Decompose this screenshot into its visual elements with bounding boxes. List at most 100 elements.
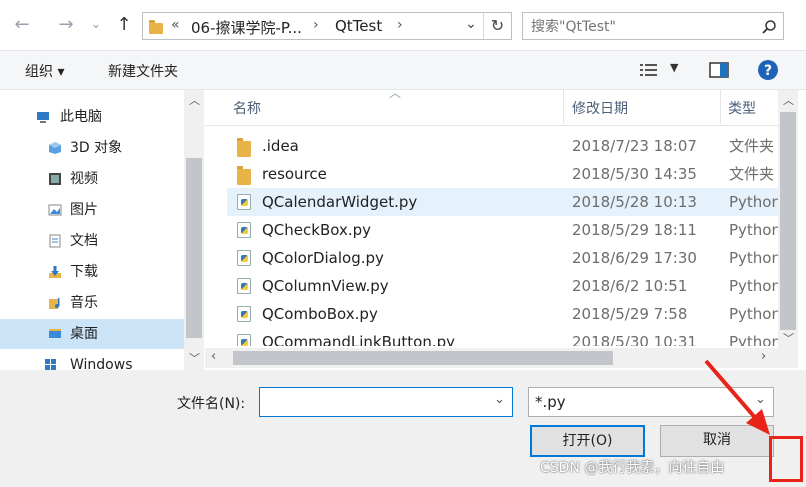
file-list-vertical-scrollbar[interactable]: ︿ ﹀	[778, 90, 798, 348]
column-header-row: 名称 ︿ 修改日期 类型	[205, 90, 778, 126]
file-type-filter-value: *.py	[535, 393, 566, 411]
scroll-left-icon[interactable]: ‹	[211, 349, 216, 364]
address-dropdown-button[interactable]: ⌄	[459, 13, 483, 39]
nav-item-windows[interactable]: Windows	[0, 350, 184, 370]
file-row[interactable]: QCommandLinkButton.py 2018/5/30 10:31 Py…	[227, 328, 778, 346]
horizontal-scrollbar-thumb[interactable]	[233, 351, 613, 365]
column-header-date[interactable]: 修改日期	[572, 98, 628, 118]
breadcrumb-separator[interactable]: ›	[313, 17, 319, 33]
file-row[interactable]: QCheckBox.py 2018/5/29 18:11 Python	[227, 216, 778, 244]
annotation-arrow	[704, 359, 770, 435]
column-header-type[interactable]: 类型	[728, 98, 756, 118]
scroll-up-icon[interactable]: ︿	[189, 92, 200, 108]
file-name: QColorDialog.py	[262, 249, 384, 267]
column-header-name[interactable]: 名称	[233, 98, 261, 118]
forward-button[interactable]: →	[54, 14, 78, 36]
nav-item-label: 此电脑	[60, 109, 102, 125]
file-type: Python	[729, 305, 778, 323]
nav-item-pictures[interactable]: 图片	[0, 195, 184, 225]
sort-ascending-icon: ︿	[389, 90, 402, 100]
search-box[interactable]	[522, 12, 784, 40]
file-date: 2018/5/30 14:35	[572, 165, 697, 183]
nav-scrollbar[interactable]: ︿ ﹀	[184, 90, 204, 370]
video-icon	[49, 173, 61, 185]
nav-item-label: 3D 对象	[70, 140, 123, 156]
file-row[interactable]: QColumnView.py 2018/6/2 10:51 Python	[227, 272, 778, 300]
nav-item-label: 下载	[70, 264, 98, 280]
nav-item-label: 文档	[70, 233, 98, 249]
search-icon[interactable]	[761, 19, 777, 35]
file-date: 2018/6/2 10:51	[572, 277, 688, 295]
file-name: QCommandLinkButton.py	[262, 333, 456, 346]
file-name: .idea	[262, 137, 299, 155]
python-file-icon	[237, 222, 251, 238]
windows-icon	[45, 359, 56, 370]
nav-item-downloads[interactable]: 下载	[0, 257, 184, 287]
search-input[interactable]	[529, 16, 753, 38]
vertical-scrollbar-thumb[interactable]	[780, 112, 796, 330]
file-date: 2018/6/29 17:30	[572, 249, 697, 267]
filename-field[interactable]: ⌄	[259, 387, 513, 417]
scroll-up-icon[interactable]: ︿	[783, 92, 794, 108]
column-divider[interactable]	[720, 90, 721, 124]
python-file-icon	[237, 194, 251, 210]
file-name: QCheckBox.py	[262, 221, 371, 239]
nav-item-this-pc[interactable]: 此电脑	[0, 102, 184, 132]
view-options-icon[interactable]	[640, 63, 658, 77]
preview-pane-icon[interactable]	[709, 62, 729, 78]
recent-locations-button[interactable]: ⌄	[88, 14, 104, 36]
breadcrumb-item[interactable]: 06-擦课学院-P...	[191, 17, 302, 38]
filename-dropdown-icon[interactable]: ⌄	[494, 392, 505, 407]
file-type: Python	[729, 193, 778, 211]
breadcrumb-item[interactable]: QtTest	[335, 17, 382, 35]
nav-item-3d-objects[interactable]: 3D 对象	[0, 133, 184, 163]
file-type: Python	[729, 277, 778, 295]
view-dropdown-icon[interactable]: ▼	[670, 61, 678, 74]
file-list: 名称 ︿ 修改日期 类型 .idea 2018/7/23 18:07 文件夹 r…	[205, 90, 778, 350]
scroll-down-icon[interactable]: ﹀	[783, 330, 794, 346]
file-row[interactable]: resource 2018/5/30 14:35 文件夹	[227, 160, 778, 188]
new-folder-button[interactable]: 新建文件夹	[108, 61, 178, 81]
nav-scrollbar-thumb[interactable]	[186, 158, 202, 338]
file-name: QCalendarWidget.py	[262, 193, 418, 211]
computer-icon	[37, 112, 49, 123]
file-row[interactable]: QCalendarWidget.py 2018/5/28 10:13 Pytho…	[227, 188, 778, 216]
up-button[interactable]: ↑	[112, 14, 136, 36]
column-divider[interactable]	[563, 90, 564, 124]
nav-item-videos[interactable]: 视频	[0, 164, 184, 194]
file-row[interactable]: QComboBox.py 2018/5/29 7:58 Python	[227, 300, 778, 328]
nav-item-music[interactable]: 音乐	[0, 288, 184, 318]
back-button[interactable]: ←	[10, 14, 34, 36]
python-file-icon	[237, 306, 251, 322]
file-type: Python	[729, 221, 778, 239]
organize-menu[interactable]: 组织 ▾	[25, 61, 64, 81]
downloads-icon	[49, 266, 61, 278]
breadcrumb-overflow[interactable]: «	[171, 17, 180, 33]
breadcrumb-separator[interactable]: ›	[397, 17, 403, 33]
help-icon[interactable]: ?	[757, 59, 779, 81]
file-row[interactable]: .idea 2018/7/23 18:07 文件夹	[227, 132, 778, 160]
file-row[interactable]: QColorDialog.py 2018/6/29 17:30 Python	[227, 244, 778, 272]
python-file-icon	[237, 334, 251, 346]
scroll-down-icon[interactable]: ﹀	[189, 350, 200, 366]
svg-text:?: ?	[764, 63, 772, 79]
folder-icon	[237, 138, 251, 157]
file-name: QComboBox.py	[262, 305, 378, 323]
address-bar[interactable]: « 06-擦课学院-P... › QtTest › ⌄ ↻	[142, 12, 512, 40]
file-type: Python	[729, 333, 778, 346]
file-date: 2018/5/29 18:11	[572, 221, 697, 239]
file-date: 2018/5/28 10:13	[572, 193, 697, 211]
refresh-button[interactable]: ↻	[483, 13, 511, 39]
nav-item-documents[interactable]: 文档	[0, 226, 184, 256]
pictures-icon	[48, 204, 62, 216]
file-date: 2018/5/30 10:31	[572, 333, 697, 346]
folder-icon	[149, 20, 163, 34]
3d-objects-icon	[49, 142, 61, 154]
nav-item-label: 桌面	[70, 326, 98, 342]
open-button[interactable]: 打开(O)	[530, 425, 645, 457]
file-date: 2018/7/23 18:07	[572, 137, 697, 155]
nav-item-label: 音乐	[70, 295, 98, 311]
file-type: 文件夹	[729, 165, 775, 183]
file-type: Python	[729, 249, 778, 267]
nav-item-desktop[interactable]: 桌面	[0, 319, 184, 349]
